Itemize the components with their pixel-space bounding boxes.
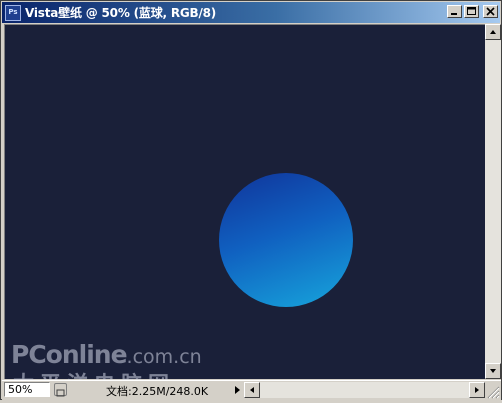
window-controls <box>447 5 498 18</box>
document-window: Ps Vista壁纸 @ 50% (蓝球, RGB/8) PConline.co… <box>0 0 502 400</box>
zoom-level-field[interactable]: 50% <box>4 382 50 397</box>
status-bar: 50% 文档:2.25M/248.0K <box>2 380 501 400</box>
watermark: PConline.com.cn 太平洋电脑网 <box>11 340 271 396</box>
maximize-icon <box>467 7 476 15</box>
close-button[interactable] <box>483 5 498 18</box>
vertical-scrollbar[interactable] <box>485 24 501 379</box>
title-bar[interactable]: Ps Vista壁纸 @ 50% (蓝球, RGB/8) <box>2 2 500 23</box>
resize-grip-icon[interactable] <box>486 385 500 399</box>
arrow-right-icon <box>475 387 479 393</box>
window-title: Vista壁纸 @ 50% (蓝球, RGB/8) <box>25 6 217 20</box>
arrow-left-icon <box>250 387 254 393</box>
scroll-up-button[interactable] <box>485 24 501 40</box>
preview-toggle-button[interactable] <box>54 383 67 397</box>
horizontal-scrollbar[interactable] <box>244 382 485 398</box>
scroll-down-button[interactable] <box>485 363 501 379</box>
arrow-up-icon <box>490 30 496 34</box>
watermark-domain: .com.cn <box>126 346 202 368</box>
watermark-brand: PConline <box>11 340 128 369</box>
blue-ball-shape <box>219 173 353 307</box>
triangle-right-icon[interactable] <box>234 385 242 395</box>
document-size-info: 文档:2.25M/248.0K <box>106 385 209 398</box>
scroll-right-button[interactable] <box>469 382 485 398</box>
image-canvas[interactable]: PConline.com.cn 太平洋电脑网 <box>4 24 485 396</box>
minimize-icon <box>451 13 457 15</box>
scroll-left-button[interactable] <box>244 382 260 398</box>
preview-icon <box>56 389 65 397</box>
minimize-button[interactable] <box>447 5 462 18</box>
arrow-down-icon <box>490 369 496 373</box>
close-icon <box>486 7 495 16</box>
photoshop-app-icon[interactable]: Ps <box>5 4 21 21</box>
maximize-button[interactable] <box>464 5 479 18</box>
